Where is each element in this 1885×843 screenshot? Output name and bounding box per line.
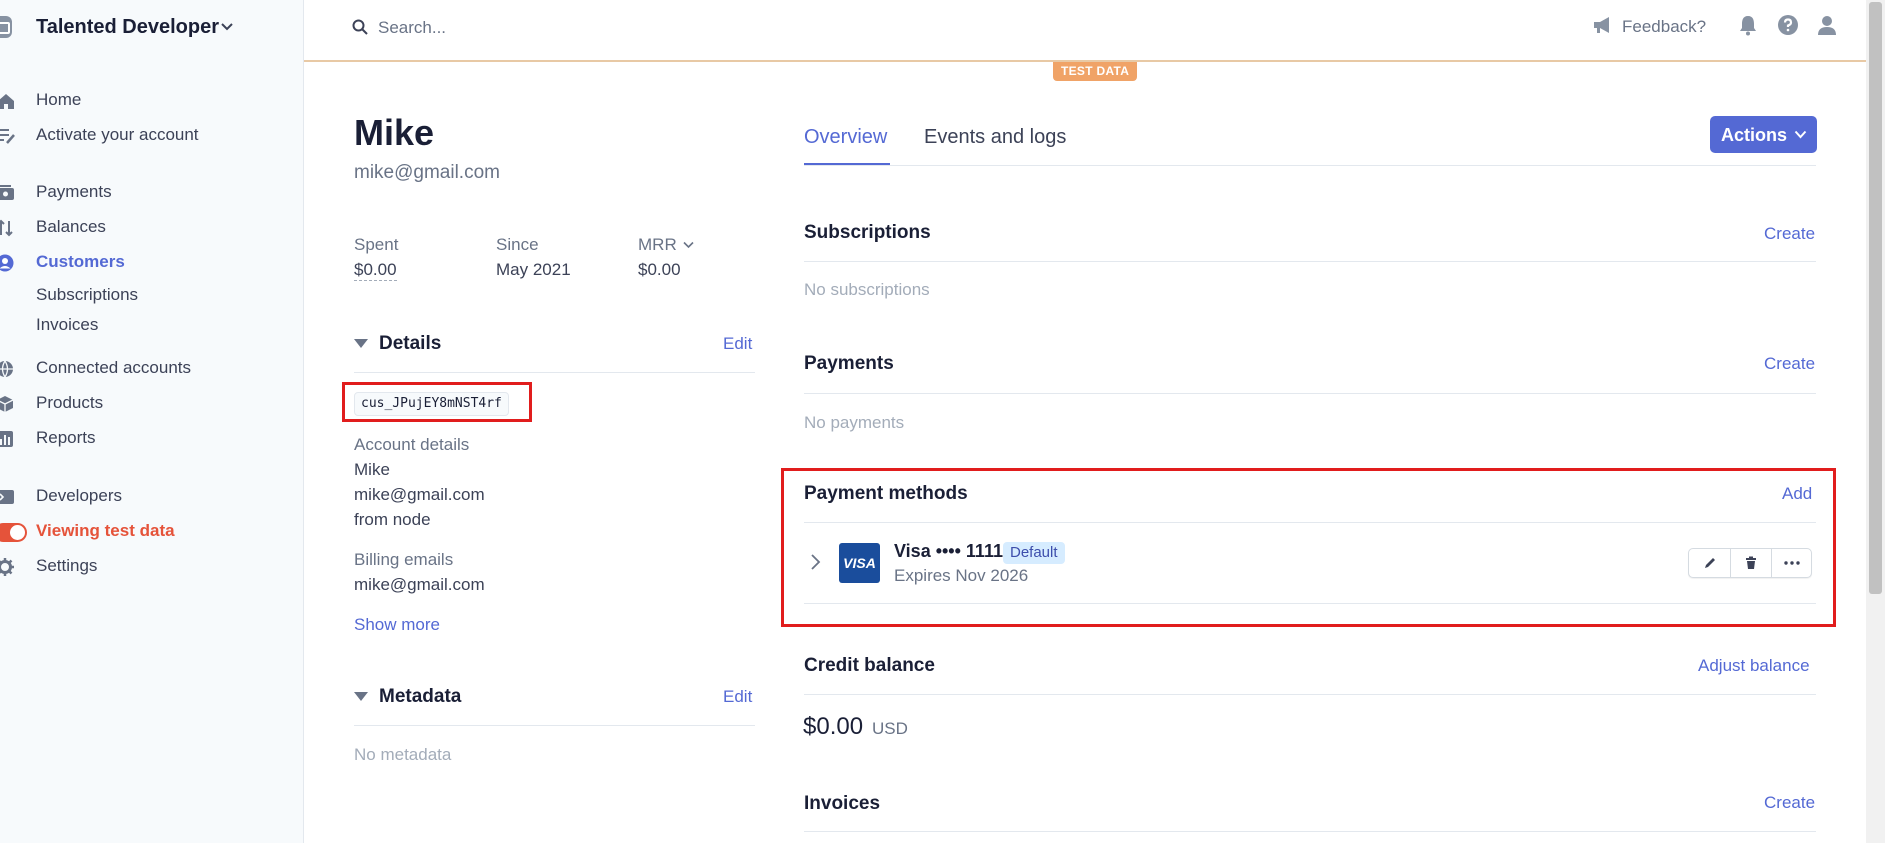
sidebar-item-activate[interactable]: Activate your account [0,121,290,149]
payments-title: Payments [804,353,894,374]
subscriptions-create-link[interactable]: Create [1764,224,1815,244]
sidebar-item-label: Payments [36,182,112,201]
subscriptions-title: Subscriptions [804,222,931,243]
account-name-value: Mike [354,460,390,479]
payments-create-link[interactable]: Create [1764,354,1815,374]
metadata-edit-link[interactable]: Edit [723,687,752,707]
top-bar: Search... Feedback? [304,0,1866,62]
divider [354,372,755,373]
sidebar-item-developers[interactable]: Developers [0,482,290,510]
account-logo-icon [0,16,12,38]
customer-name: Mike [354,112,435,153]
test-data-badge: TEST DATA [1053,62,1138,81]
invoices-create-link[interactable]: Create [1764,793,1815,813]
collapse-caret-icon[interactable] [354,339,368,348]
account-description-value: from node [354,510,431,529]
help-icon[interactable] [1777,14,1799,36]
since-label: Since [496,235,539,254]
terminal-icon [0,490,14,504]
chevron-down-icon [221,23,233,31]
sidebar-item-label: Products [36,393,104,412]
sidebar-item-label: Reports [36,428,96,447]
sidebar-item-label: Settings [36,556,98,575]
bar-chart-icon [0,431,13,447]
credit-balance-amount: $0.00 [803,713,864,740]
show-more-link[interactable]: Show more [354,615,440,635]
divider [804,393,1816,394]
sidebar-item-products[interactable]: Products [0,389,290,417]
sidebar-item-settings[interactable]: Settings [0,552,290,580]
sidebar-item-label: Developers [36,486,122,505]
bell-icon[interactable] [1738,14,1758,36]
payments-empty: No payments [804,413,905,432]
metadata-empty: No metadata [354,745,452,764]
chevron-down-icon[interactable] [683,241,694,249]
sidebar-item-label: Customers [36,252,125,271]
mrr-value: $0.00 [638,260,681,279]
invoices-title: Invoices [804,793,881,814]
sidebar-item-reports[interactable]: Reports [0,424,290,452]
sidebar-item-home[interactable]: Home [0,86,290,114]
since-value: May 2021 [496,260,571,279]
sidebar-item-label: Activate your account [36,125,199,144]
sidebar-subitem-subscriptions[interactable]: Subscriptions [36,285,138,305]
customer-email: mike@gmail.com [354,162,500,183]
home-icon [0,94,14,109]
metadata-title[interactable]: Metadata [379,686,461,708]
divider [804,261,1816,262]
account-details-label: Account details [354,435,470,454]
credit-balance-title: Credit balance [804,655,935,676]
highlight-box [342,382,532,422]
feedback-link[interactable]: Feedback? [1622,17,1706,37]
adjust-balance-link[interactable]: Adjust balance [1698,656,1810,676]
details-title[interactable]: Details [379,333,441,355]
sidebar-item-customers[interactable]: Customers [0,248,290,276]
customer-icon [0,254,14,272]
user-icon[interactable] [1816,14,1838,36]
gear-icon [0,558,14,576]
sidebar-item-payments[interactable]: Payments [0,178,290,206]
account-email-value: mike@gmail.com [354,485,485,504]
sidebar-item-label: Connected accounts [36,358,191,377]
subscriptions-empty: No subscriptions [804,280,930,299]
tab-events-and-logs[interactable]: Events and logs [924,126,1066,149]
spent-value[interactable]: $0.00 [354,260,397,281]
billing-email-value: mike@gmail.com [354,575,485,594]
actions-button[interactable]: Actions [1710,116,1817,153]
spent-label: Spent [354,235,399,254]
search-placeholder: Search... [378,18,447,37]
account-name: Talented Developer [36,16,220,38]
divider [804,694,1816,695]
box-icon [0,396,14,412]
credit-balance-currency: USD [872,719,908,738]
divider [804,165,1816,166]
page-scrollbar[interactable] [1866,0,1885,843]
scrollbar-thumb[interactable] [1869,2,1882,594]
sidebar-subitem-invoices[interactable]: Invoices [36,315,98,335]
billing-emails-label: Billing emails [354,550,454,569]
divider [354,725,755,726]
transfer-arrows-icon [0,219,13,237]
globe-icon [0,360,13,378]
chevron-down-icon [1794,130,1807,139]
sidebar-item-balances[interactable]: Balances [0,213,290,241]
divider [804,831,1816,832]
highlight-box [781,468,1836,627]
checklist-icon [0,129,15,144]
sidebar-item-label: Home [36,90,82,109]
actions-label: Actions [1721,125,1788,145]
sidebar: Talented Developer Home Activate your ac… [0,0,304,843]
collapse-caret-icon[interactable] [354,692,368,701]
test-mode-toggle[interactable] [0,523,27,542]
payments-icon [0,185,14,200]
sidebar-item-connected-accounts[interactable]: Connected accounts [0,354,290,382]
megaphone-icon [1594,17,1609,33]
search-icon [352,19,368,35]
details-edit-link[interactable]: Edit [723,334,752,354]
sidebar-item-test-data-toggle[interactable]: Viewing test data [0,517,290,545]
tab-overview[interactable]: Overview [804,126,887,149]
mrr-label[interactable]: MRR [638,235,677,255]
sidebar-item-label: Balances [36,217,106,236]
sidebar-item-label: Viewing test data [36,521,175,540]
